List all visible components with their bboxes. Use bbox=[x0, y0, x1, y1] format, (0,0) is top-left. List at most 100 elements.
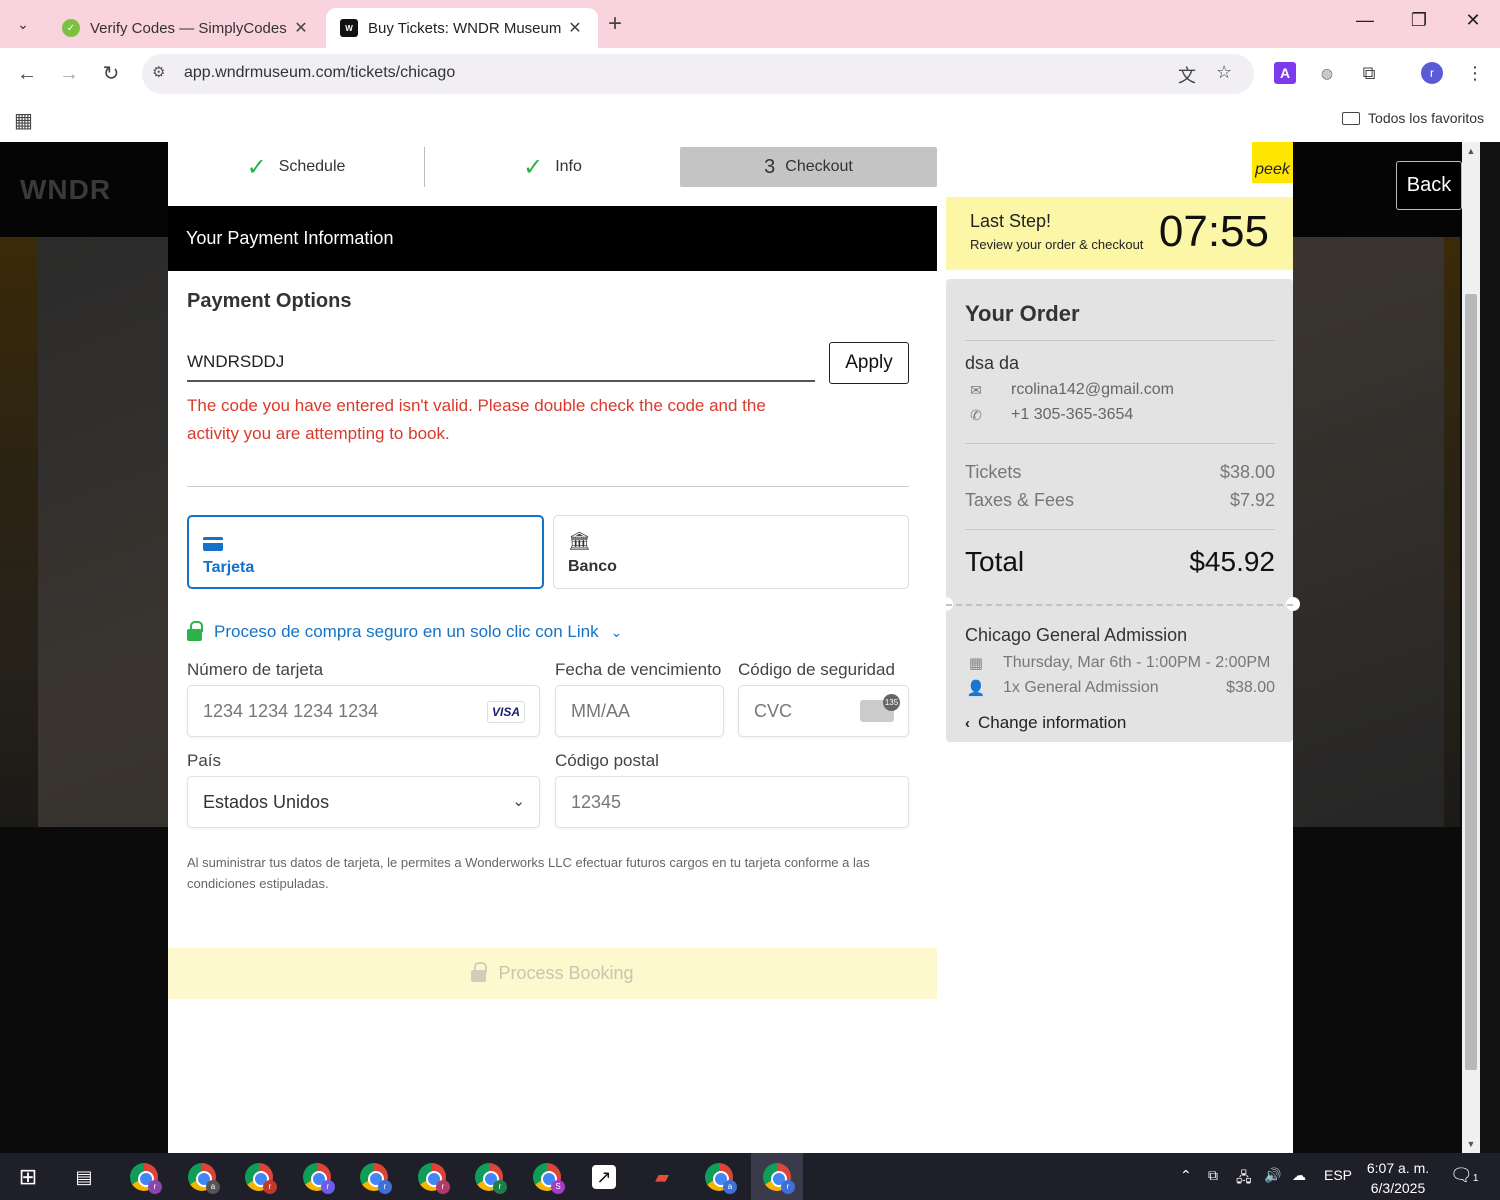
windows-start-icon[interactable]: ⊞ bbox=[12, 1161, 44, 1193]
fees-row: Taxes & Fees $7.92 bbox=[965, 490, 1275, 511]
scroll-down-arrow-icon[interactable]: ▼ bbox=[1462, 1139, 1480, 1149]
chevron-up-icon[interactable]: ⌃ bbox=[1180, 1167, 1192, 1184]
anydesk-app-icon[interactable]: ▰ bbox=[646, 1161, 678, 1193]
customer-email: rcolina142@gmail.com bbox=[1011, 381, 1174, 398]
system-clock[interactable]: 6:07 a. m. 6/3/2025 bbox=[1360, 1158, 1436, 1198]
checkout-steps: ✓ Schedule ✓ Info 3 Checkout bbox=[168, 142, 937, 190]
payment-info-header: Your Payment Information bbox=[168, 206, 937, 271]
countdown-timer: 07:55 bbox=[1158, 207, 1269, 256]
chrome-profile-icon[interactable]: a bbox=[186, 1161, 220, 1194]
url-text[interactable]: app.wndrmuseum.com/tickets/chicago bbox=[184, 64, 455, 82]
globe-extension-icon[interactable]: ◍ bbox=[1316, 62, 1338, 84]
wndr-icon: W bbox=[340, 19, 358, 37]
star-icon[interactable]: ☆ bbox=[1216, 62, 1232, 83]
apply-button[interactable]: Apply bbox=[829, 342, 909, 384]
change-information-link[interactable]: ‹ Change information bbox=[965, 713, 1126, 733]
widgets-icon[interactable]: ▤ bbox=[68, 1161, 100, 1193]
link-checkout-toggle[interactable]: Proceso de compra seguro en un solo clic… bbox=[187, 621, 622, 642]
close-icon[interactable]: ✕ bbox=[292, 18, 310, 38]
translate-icon[interactable]: 文 bbox=[1178, 62, 1196, 88]
scroll-up-arrow-icon[interactable]: ▲ bbox=[1462, 146, 1480, 156]
forward-arrow-icon[interactable]: → bbox=[54, 60, 84, 88]
wndr-background-logo: WNDR bbox=[20, 174, 112, 205]
promo-code-input[interactable]: WNDRSDDJ bbox=[187, 342, 815, 382]
card-number-placeholder: 1234 1234 1234 1234 bbox=[203, 701, 379, 721]
chrome-profile-icon[interactable]: r bbox=[473, 1161, 507, 1194]
site-info-icon[interactable]: ⚙ bbox=[152, 63, 165, 81]
back-arrow-icon[interactable]: ← bbox=[12, 60, 42, 88]
process-booking-label: Process Booking bbox=[498, 963, 634, 983]
folder-icon bbox=[1342, 111, 1361, 125]
chevron-left-icon: ‹ bbox=[965, 714, 970, 732]
cvc-input[interactable]: CVC 135 bbox=[738, 685, 909, 737]
meet-now-icon[interactable]: ⧉ bbox=[1208, 1167, 1218, 1184]
back-button[interactable]: Back bbox=[1396, 161, 1462, 210]
stocks-app-icon[interactable]: ↗ bbox=[588, 1161, 620, 1193]
process-booking-button[interactable]: Process Booking bbox=[168, 948, 937, 999]
customer-email-row: ✉ rcolina142@gmail.com bbox=[965, 381, 1174, 399]
divider bbox=[187, 486, 909, 487]
language-indicator[interactable]: ESP bbox=[1324, 1167, 1352, 1183]
checkmark-icon: ✓ bbox=[246, 153, 267, 181]
card-number-input[interactable]: 1234 1234 1234 1234 VISA bbox=[187, 685, 540, 737]
step-checkout: 3 Checkout bbox=[680, 147, 937, 187]
peek-logo: peek bbox=[1252, 142, 1293, 183]
person-icon: 👤 bbox=[966, 680, 986, 697]
chrome-profile-icon[interactable]: r bbox=[416, 1161, 450, 1194]
all-bookmarks-label: Todos los favoritos bbox=[1368, 110, 1484, 126]
checkout-panel: ✓ Schedule ✓ Info 3 Checkout peek Your P… bbox=[168, 142, 1300, 1153]
calendar-icon: ▦ bbox=[968, 655, 984, 672]
chrome-profile-icon[interactable]: r bbox=[301, 1161, 335, 1194]
network-icon[interactable]: 🖧 bbox=[1236, 1167, 1252, 1191]
restore-button[interactable]: ❐ bbox=[1404, 10, 1434, 31]
postal-label: Código postal bbox=[555, 751, 659, 770]
country-select[interactable]: Estados Unidos ⌄ bbox=[187, 776, 540, 828]
scrollbar-thumb[interactable] bbox=[1465, 294, 1477, 1070]
postal-input[interactable]: 12345 bbox=[555, 776, 909, 828]
volume-icon[interactable]: 🔊 bbox=[1264, 1167, 1281, 1184]
page-gutter bbox=[1480, 142, 1500, 1153]
apps-grid-icon[interactable]: ▦ bbox=[14, 108, 33, 133]
all-bookmarks[interactable]: Todos los favoritos bbox=[1342, 110, 1484, 126]
profile-avatar[interactable]: r bbox=[1421, 62, 1443, 84]
tab-wndr[interactable]: W Buy Tickets: WNDR Museum Ch ✕ bbox=[326, 8, 598, 48]
order-title: Your Order bbox=[965, 301, 1080, 326]
payment-method-card[interactable]: Tarjeta bbox=[187, 515, 544, 589]
chrome-profile-icon[interactable]: r bbox=[128, 1161, 162, 1194]
step-info[interactable]: ✓ Info bbox=[425, 147, 680, 187]
tab-search-button[interactable]: ⌄ bbox=[8, 10, 38, 38]
chrome-profile-icon[interactable]: S bbox=[531, 1161, 565, 1194]
chrome-profile-icon[interactable]: r bbox=[243, 1161, 277, 1194]
close-window-button[interactable]: ✕ bbox=[1458, 10, 1488, 31]
chrome-profile-icon[interactable]: r bbox=[358, 1161, 392, 1194]
postal-placeholder: 12345 bbox=[571, 792, 622, 812]
address-bar[interactable]: ⚙ app.wndrmuseum.com/tickets/chicago 文 ☆ bbox=[142, 54, 1254, 94]
customer-phone-row: ✆ +1 305-365-3654 bbox=[965, 406, 1133, 424]
new-tab-button[interactable]: + bbox=[608, 12, 622, 36]
chrome-profile-icon[interactable]: r bbox=[761, 1161, 795, 1194]
countdown-box: Last Step! Review your order & checkout … bbox=[946, 197, 1293, 270]
extension-a-icon[interactable]: A bbox=[1274, 62, 1296, 84]
minimize-button[interactable]: — bbox=[1350, 10, 1380, 31]
close-icon[interactable]: ✕ bbox=[566, 18, 584, 38]
customer-phone: +1 305-365-3654 bbox=[1011, 406, 1134, 423]
clock-date: 6/3/2025 bbox=[1370, 1180, 1426, 1196]
onedrive-cloud-icon[interactable]: ☁ bbox=[1292, 1167, 1306, 1184]
chrome-profile-icon[interactable]: a bbox=[703, 1161, 737, 1194]
ticket-line-row: 👤 1x General Admission $38.00 bbox=[965, 679, 1275, 697]
extensions-puzzle-icon[interactable]: ⧉ bbox=[1358, 62, 1380, 84]
expiry-input[interactable]: MM/AA bbox=[555, 685, 724, 737]
timer-title: Last Step! bbox=[970, 211, 1052, 231]
bookmarks-bar: ▦ Todos los favoritos bbox=[0, 100, 1500, 142]
simplycodes-icon: ✓ bbox=[62, 19, 80, 37]
step-schedule[interactable]: ✓ Schedule bbox=[168, 147, 424, 187]
scrollbar[interactable]: ▲ ▼ bbox=[1462, 142, 1480, 1153]
order-summary: Your Order dsa da ✉ rcolina142@gmail.com… bbox=[939, 279, 1300, 742]
event-name: Chicago General Admission bbox=[965, 625, 1188, 645]
reload-icon[interactable]: ↻ bbox=[96, 60, 126, 88]
payment-method-bank[interactable]: 🏛 Banco bbox=[553, 515, 909, 589]
dashed-divider bbox=[946, 604, 1293, 606]
menu-dots-icon[interactable]: ⋮ bbox=[1464, 62, 1486, 84]
notification-icon[interactable]: 🗨1 bbox=[1450, 1165, 1478, 1186]
tab-simplycodes[interactable]: ✓ Verify Codes — SimplyCodes ✕ bbox=[48, 8, 324, 48]
